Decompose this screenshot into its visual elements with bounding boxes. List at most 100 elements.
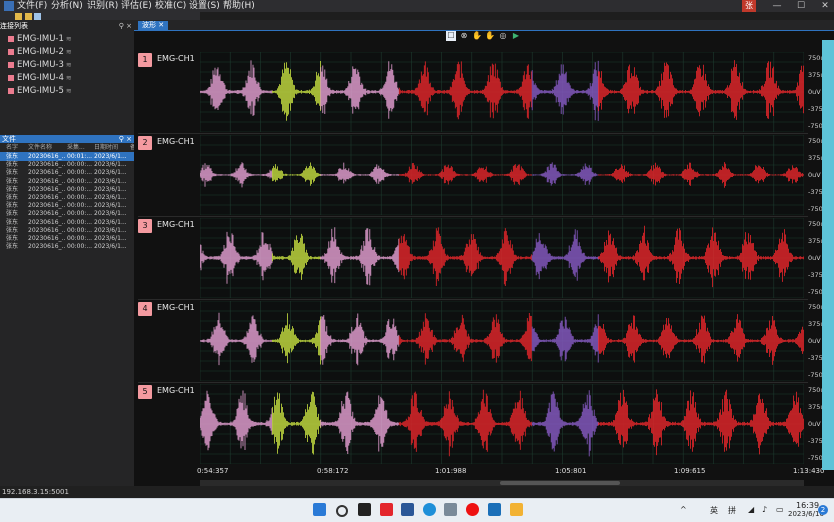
device-label: EMG-IMU-5 xyxy=(17,86,64,96)
x-axis-tick: 1:01:988 xyxy=(435,467,467,475)
trace-segment xyxy=(531,314,599,363)
channel-index-badge[interactable]: 4 xyxy=(138,302,152,316)
trace-path xyxy=(320,162,400,184)
files-panel-header: 文件 ⚲ × xyxy=(0,135,134,143)
trace-segment xyxy=(398,61,532,120)
waveform-toolbar: ☐ ⊗ ✋ ✋ ◎ ▶ xyxy=(446,31,526,42)
trace-path xyxy=(398,163,532,186)
app-icon[interactable] xyxy=(510,503,523,516)
trace-segment xyxy=(320,61,400,119)
tray-overflow-icon[interactable]: ^ xyxy=(680,505,687,514)
channel-index-badge[interactable]: 5 xyxy=(138,385,152,399)
emg-trace-plot[interactable] xyxy=(200,218,804,298)
col-duration[interactable]: 采集... xyxy=(67,144,85,152)
windows-taskbar xyxy=(0,498,834,522)
trace-path xyxy=(398,61,532,120)
panel-pin-icon[interactable]: ⚲ × xyxy=(119,135,132,143)
close-button[interactable]: ✕ xyxy=(818,0,832,12)
channel-index-badge[interactable]: 3 xyxy=(138,219,152,233)
panel-pin-icon[interactable]: ⚲ × xyxy=(119,22,132,30)
emg-trace-plot[interactable] xyxy=(200,135,804,215)
device-label: EMG-IMU-2 xyxy=(17,47,64,57)
edge-icon[interactable] xyxy=(423,503,436,516)
record-icon[interactable] xyxy=(466,503,479,516)
zoom-tool-icon[interactable]: ⊗ xyxy=(459,31,469,41)
trace-segment xyxy=(320,391,400,454)
device-item[interactable]: EMG-IMU-5 ≋ xyxy=(8,85,72,97)
ime-language[interactable]: 英 xyxy=(710,505,718,516)
device-item[interactable]: EMG-IMU-3 ≋ xyxy=(8,59,72,71)
task-view-icon[interactable] xyxy=(358,503,371,516)
trace-segment xyxy=(531,390,599,457)
menu-analysis[interactable]: 分析(N) xyxy=(51,0,83,12)
device-item[interactable]: EMG-IMU-4 ≋ xyxy=(8,72,72,84)
minimize-button[interactable]: — xyxy=(770,0,784,12)
file-explorer-icon[interactable] xyxy=(401,503,414,516)
scroll-thumb[interactable] xyxy=(500,481,620,485)
volume-icon[interactable]: ♪ xyxy=(762,505,767,514)
vertical-scrollbar[interactable] xyxy=(822,40,834,470)
ime-mode[interactable]: 拼 xyxy=(728,505,736,516)
network-icon[interactable]: ◢ xyxy=(748,505,754,514)
trace-segment xyxy=(398,227,532,286)
start-icon[interactable] xyxy=(313,503,326,516)
user-avatar[interactable]: 张 xyxy=(742,0,756,12)
trace-path xyxy=(598,314,804,365)
channel-index-badge[interactable]: 2 xyxy=(138,136,152,150)
channel-separator xyxy=(138,382,808,383)
file-cell: 张东 xyxy=(6,243,19,251)
maximize-button[interactable]: ☐ xyxy=(794,0,808,12)
device-list-header: 连接列表 ⚲ × xyxy=(0,22,134,30)
emg-trace-plot[interactable] xyxy=(200,301,804,381)
file-row[interactable]: 张东 20230616_... 00:00:... 2023/6/1... xyxy=(0,242,134,251)
menu-recognize[interactable]: 识别(R) xyxy=(87,0,118,12)
notification-badge[interactable]: 2 xyxy=(818,505,828,515)
select-tool-icon[interactable]: ☐ xyxy=(446,31,456,41)
device-label: EMG-IMU-3 xyxy=(17,60,64,70)
menu-help[interactable]: 帮助(H) xyxy=(223,0,255,12)
col-name[interactable]: 名字 xyxy=(6,144,18,152)
camera-icon[interactable] xyxy=(444,503,457,516)
device-item[interactable]: EMG-IMU-1 ≋ xyxy=(8,33,72,45)
grab-tool-icon[interactable]: ✋ xyxy=(485,31,495,41)
trace-path xyxy=(531,162,599,186)
wifi-signal-icon: ≋ xyxy=(65,87,72,95)
trace-path xyxy=(272,162,321,186)
trace-segment xyxy=(272,391,321,455)
file-cell: 00:00:... xyxy=(67,243,93,251)
open-folder-icon[interactable] xyxy=(15,13,22,20)
trace-path xyxy=(531,390,599,457)
trace-segment xyxy=(320,162,400,184)
play-icon[interactable]: ▶ xyxy=(511,31,521,41)
emg-trace-plot[interactable] xyxy=(200,52,804,132)
menu-calibrate[interactable]: 校准(C) xyxy=(155,0,186,12)
emg-trace-plot[interactable] xyxy=(200,384,804,464)
reset-view-icon[interactable]: ◎ xyxy=(498,31,508,41)
tab-close-icon[interactable]: ✕ xyxy=(158,21,164,29)
x-axis-tick: 1:09:615 xyxy=(674,467,706,475)
tab-waveform[interactable]: 波形 ✕ xyxy=(138,21,169,30)
search-icon[interactable] xyxy=(336,505,348,517)
app-icon[interactable] xyxy=(488,503,501,516)
status-address: 192.168.3.15:5001 xyxy=(2,488,69,496)
folder-icon[interactable] xyxy=(25,13,32,20)
device-item[interactable]: EMG-IMU-2 ≋ xyxy=(8,46,72,58)
menu-settings[interactable]: 设置(S) xyxy=(189,0,220,12)
menu-evaluate[interactable]: 评估(E) xyxy=(121,0,152,12)
col-datetime[interactable]: 日期时间 xyxy=(94,144,118,152)
menu-file[interactable]: 文件(F) xyxy=(17,0,47,12)
y-axis-label: 0uV xyxy=(808,171,821,179)
trace-path xyxy=(598,389,804,456)
clock-time[interactable]: 16:39 xyxy=(796,501,819,510)
device-list-title: 连接列表 xyxy=(0,22,28,30)
channel-name: EMG-CH1 xyxy=(157,137,195,146)
trace-segment xyxy=(598,389,804,456)
save-icon[interactable] xyxy=(34,13,41,20)
pan-tool-icon[interactable]: ✋ xyxy=(472,31,482,41)
col-filename[interactable]: 文件名称 xyxy=(28,144,52,152)
battery-icon[interactable]: ▭ xyxy=(776,505,784,514)
y-axis-label: 0uV xyxy=(808,337,821,345)
channel-index-badge[interactable]: 1 xyxy=(138,53,152,67)
emg-trace-svg xyxy=(200,384,804,464)
app-icon[interactable] xyxy=(380,503,393,516)
